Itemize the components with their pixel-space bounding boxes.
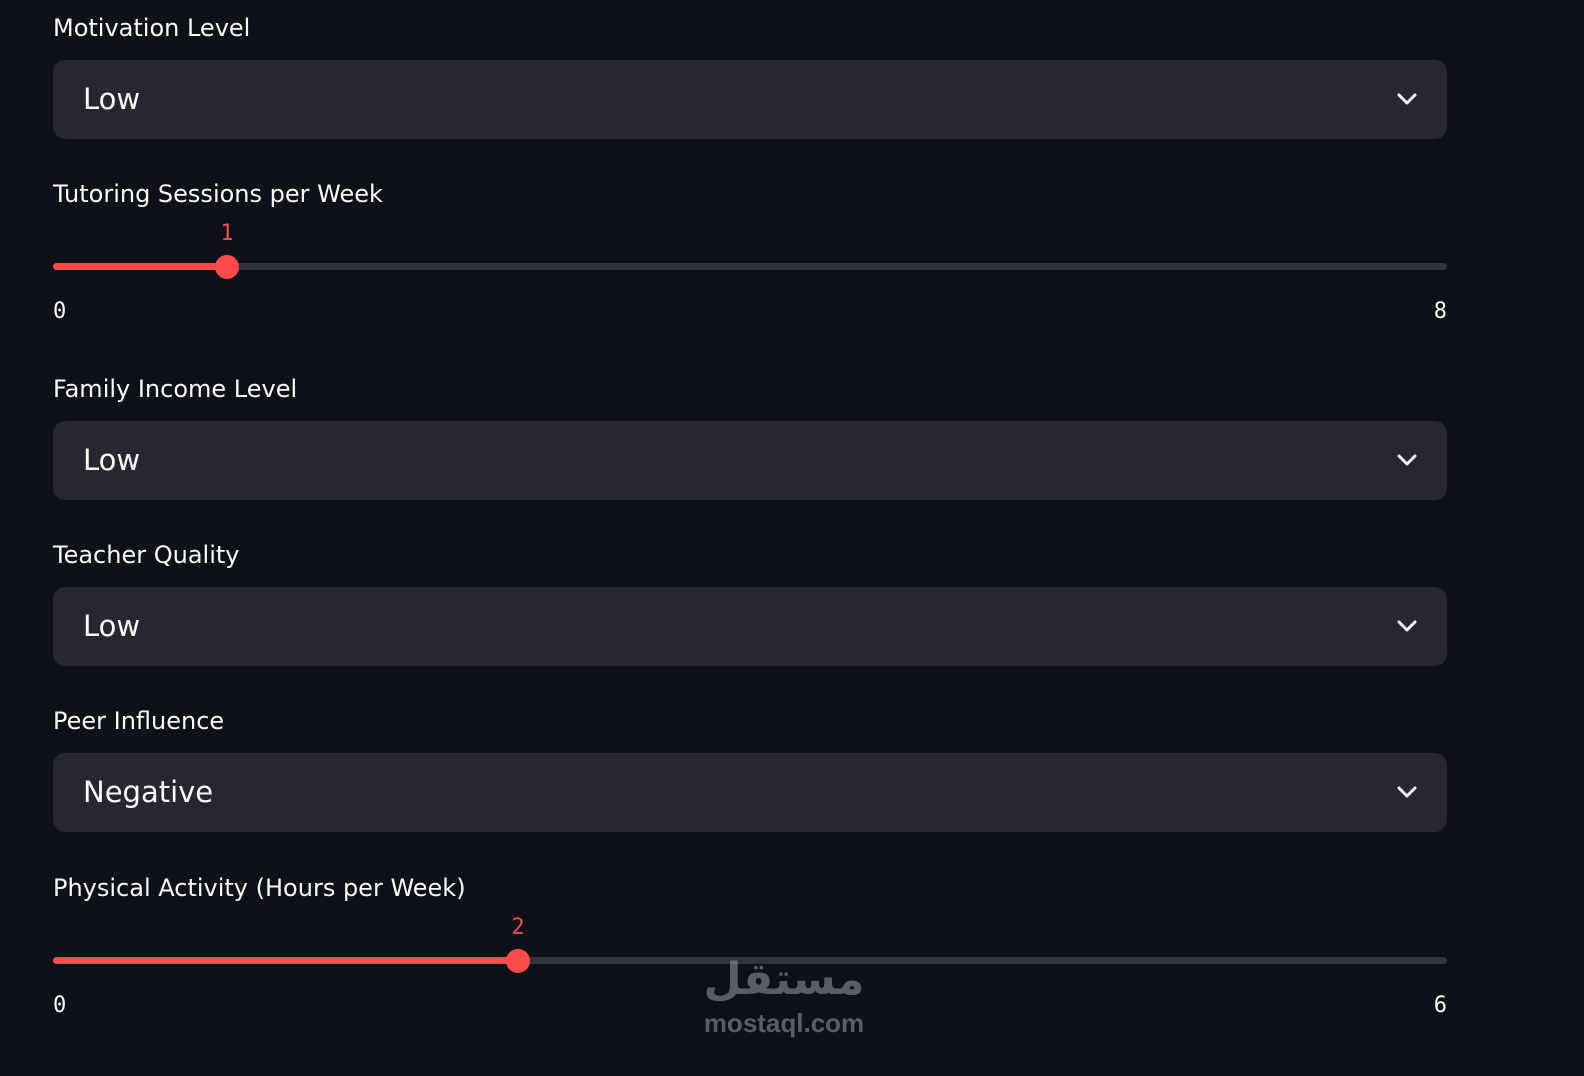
physical-activity-label: Physical Activity (Hours per Week) [53,874,466,902]
tutoring-sessions-slider[interactable]: 1 0 8 [53,220,1447,330]
tutoring-sessions-slider-value: 1 [220,221,234,246]
teacher-quality-label: Teacher Quality [53,541,240,569]
slider-track[interactable] [53,263,1447,270]
slider-thumb[interactable] [215,255,239,279]
family-income-value: Low [83,443,141,477]
slider-fill [53,263,227,270]
family-income-label: Family Income Level [53,375,298,403]
tutoring-sessions-widget: Tutoring Sessions per Week 1 0 8 [53,178,1447,328]
teacher-quality-value: Low [83,609,141,643]
chevron-down-icon [1397,620,1417,632]
physical-activity-slider-value: 2 [511,915,525,940]
family-income-select[interactable]: Low [53,421,1447,500]
motivation-level-label: Motivation Level [53,14,251,42]
slider-max-label: 8 [1433,299,1447,324]
slider-min-label: 0 [53,993,67,1018]
teacher-quality-widget: Teacher Quality Low [53,539,1447,666]
slider-fill [53,957,518,964]
teacher-quality-select[interactable]: Low [53,587,1447,666]
chevron-down-icon [1397,454,1417,466]
motivation-level-value: Low [83,82,141,116]
motivation-level-select[interactable]: Low [53,60,1447,139]
family-income-widget: Family Income Level Low [53,373,1447,500]
motivation-level-widget: Motivation Level Low [53,12,1447,139]
peer-influence-select[interactable]: Negative [53,753,1447,832]
peer-influence-value: Negative [83,775,214,809]
app-page: Motivation Level Low Tutoring Sessions p… [0,0,1584,1076]
physical-activity-widget: Physical Activity (Hours per Week) 2 0 6 [53,872,1447,1022]
peer-influence-label: Peer Influence [53,707,225,735]
chevron-down-icon [1397,786,1417,798]
slider-max-label: 6 [1433,993,1447,1018]
chevron-down-icon [1397,93,1417,105]
tutoring-sessions-label: Tutoring Sessions per Week [53,180,383,208]
slider-min-label: 0 [53,299,67,324]
slider-thumb[interactable] [506,949,530,973]
physical-activity-slider[interactable]: 2 0 6 [53,914,1447,1024]
peer-influence-widget: Peer Influence Negative [53,705,1447,832]
